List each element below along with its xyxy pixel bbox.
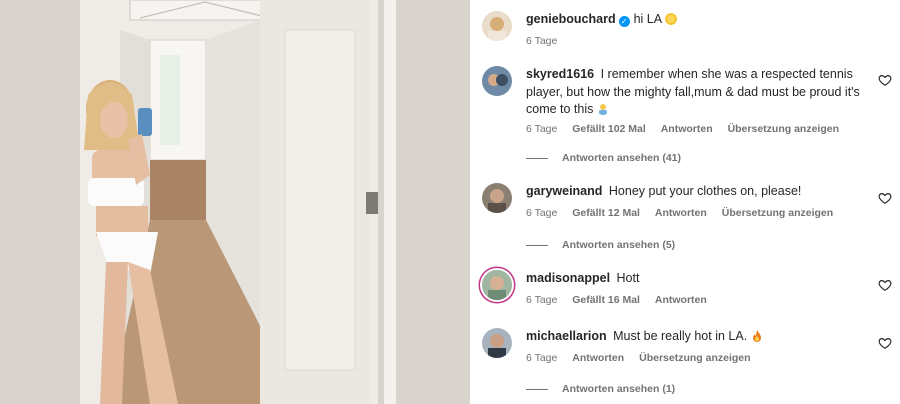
comment-username[interactable]: skyred1616 [526,67,594,81]
avatar[interactable] [482,66,512,96]
post-username[interactable]: geniebouchard [526,12,616,26]
comment-likes[interactable]: Gefällt 12 Mal [572,207,640,219]
heart-icon[interactable] [878,191,892,205]
comment-time[interactable]: 6 Tage [526,207,557,219]
replies-divider [526,157,548,159]
comments-panel: geniebouchard ✓ hi LA 6 Tage skyred1616 I … [470,0,900,404]
comment-text: Must be really hot in LA. [613,329,748,343]
sun-emoji-icon [664,13,677,25]
translate-button[interactable]: Übersetzung anzeigen [722,207,833,219]
replies-divider [526,244,548,246]
comment-time[interactable]: 6 Tage [526,123,557,135]
reply-button[interactable]: Antworten [661,123,713,135]
reply-button[interactable]: Antworten [572,352,624,364]
avatar[interactable] [482,183,512,213]
caption-text: hi LA [633,12,662,26]
view-replies-label: Antworten ansehen (1) [562,383,676,395]
comment-text: Honey put your clothes on, please! [608,184,802,198]
comment-time[interactable]: 6 Tage [526,352,557,364]
avatar[interactable] [482,270,512,300]
heart-icon[interactable] [878,336,892,350]
avatar[interactable] [482,11,512,41]
comment-likes[interactable]: Gefällt 16 Mal [572,294,640,306]
person-shrugging-emoji-icon [598,104,607,115]
comment-time[interactable]: 6 Tage [526,294,557,306]
translate-button[interactable]: Übersetzung anzeigen [728,123,839,135]
hallway-mirror-selfie-image [0,0,470,404]
view-replies-button[interactable]: Antworten ansehen (5) [526,239,675,251]
comment-username[interactable]: garyweinand [526,184,602,198]
heart-icon[interactable] [878,278,892,292]
view-replies-label: Antworten ansehen (5) [562,239,676,251]
heart-icon[interactable] [878,73,892,87]
post-time[interactable]: 6 Tage [526,35,557,47]
comment-username[interactable]: michaellarion [526,329,607,343]
comment-likes[interactable]: Gefällt 102 Mal [572,123,646,135]
translate-button[interactable]: Übersetzung anzeigen [639,352,750,364]
view-replies-label: Antworten ansehen (41) [562,152,682,164]
fire-emoji-icon [752,330,761,342]
comment-username[interactable]: madisonappel [526,271,610,285]
comment-text: Hott [616,271,640,285]
replies-divider [526,388,548,390]
reply-button[interactable]: Antworten [655,294,707,306]
view-replies-button[interactable]: Antworten ansehen (1) [526,383,675,395]
post-image[interactable] [0,0,470,404]
reply-button[interactable]: Antworten [655,207,707,219]
verified-badge-icon: ✓ [618,16,630,27]
view-replies-button[interactable]: Antworten ansehen (41) [526,152,681,164]
avatar[interactable] [482,328,512,358]
